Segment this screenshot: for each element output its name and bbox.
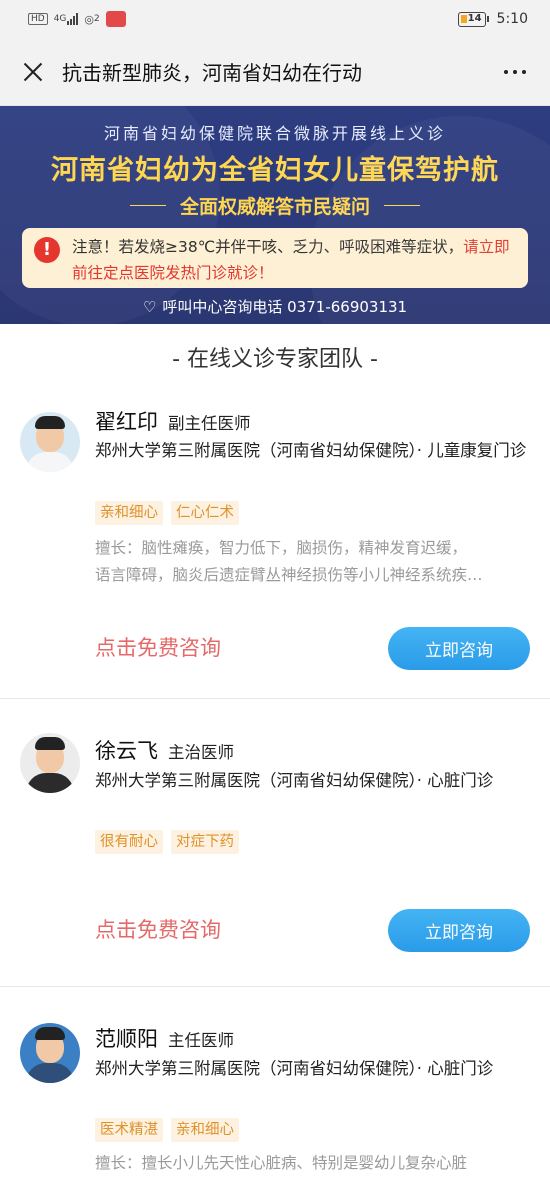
doctor-hospital: 郑州大学第三附属医院（河南省妇幼保健院）· 心脏门诊 bbox=[95, 1059, 494, 1078]
doctor-title: 主治医师 bbox=[168, 743, 234, 762]
banner-subheadline-text: 全面权威解答市民疑问 bbox=[179, 196, 370, 218]
avatar bbox=[20, 412, 80, 472]
doctor-card[interactable]: 翟红印 副主任医师 郑州大学第三附属医院（河南省妇幼保健院）· 儿童康复门诊 亲… bbox=[0, 390, 550, 699]
banner-subheadline: 全面权威解答市民疑问 bbox=[0, 192, 550, 219]
tag: 对症下药 bbox=[171, 830, 239, 854]
tag: 医术精湛 bbox=[95, 1118, 163, 1142]
consult-now-button[interactable]: 立即咨询 bbox=[388, 909, 530, 952]
doctor-specialty: 擅长：脑性瘫痪，智力低下，脑损伤，精神发育迟缓， 语言障碍，脑炎后遗症臂丛神经损… bbox=[95, 535, 530, 589]
battery-icon: 14 bbox=[457, 11, 489, 27]
doctor-header: 翟红印 副主任医师 bbox=[95, 406, 251, 436]
hotline: ♡ 呼叫中心咨询电话 0371-66903131 bbox=[0, 296, 550, 317]
status-bar: HD 4G ◎ 2 14 5:10 bbox=[0, 0, 550, 38]
doctor-name: 范顺阳 bbox=[95, 1027, 158, 1051]
tag: 仁心仁术 bbox=[171, 501, 239, 525]
campaign-banner: 河南省妇幼保健院联合微脉开展线上义诊 河南省妇幼为全省妇女儿童保驾护航 全面权威… bbox=[0, 106, 550, 324]
banner-headline: 河南省妇幼为全省妇女儿童保驾护航 bbox=[51, 155, 499, 186]
close-icon[interactable] bbox=[20, 59, 46, 85]
avatar bbox=[20, 1023, 80, 1083]
more-options-icon[interactable] bbox=[500, 69, 530, 74]
consult-now-button[interactable]: 立即咨询 bbox=[388, 627, 530, 670]
tag: 亲和细心 bbox=[171, 1118, 239, 1142]
doctor-header: 徐云飞 主治医师 bbox=[95, 735, 234, 765]
banner-organizer-line: 河南省妇幼保健院联合微脉开展线上义诊 bbox=[103, 124, 446, 143]
hotspot-icon: ◎ 2 bbox=[84, 12, 100, 26]
network-type: 4G bbox=[53, 14, 67, 24]
tag: 亲和细心 bbox=[95, 501, 163, 525]
title-bar: 抗击新型肺炎，河南省妇幼在行动 bbox=[0, 38, 550, 106]
free-consult-link[interactable]: 点击免费咨询 bbox=[95, 914, 221, 944]
doctor-card[interactable]: 徐云飞 主治医师 郑州大学第三附属医院（河南省妇幼保健院）· 心脏门诊 很有耐心… bbox=[0, 699, 550, 987]
hd-icon: HD bbox=[28, 13, 48, 25]
status-time: 5:10 bbox=[496, 11, 528, 27]
page-title: 抗击新型肺炎，河南省妇幼在行动 bbox=[62, 61, 362, 85]
warning-icon: ! bbox=[34, 237, 60, 263]
free-consult-link[interactable]: 点击免费咨询 bbox=[95, 632, 221, 662]
tag: 很有耐心 bbox=[95, 830, 163, 854]
doctor-title: 副主任医师 bbox=[168, 414, 251, 433]
doctor-header: 范顺阳 主任医师 bbox=[95, 1023, 234, 1053]
specialty-line: 擅长：擅长小儿先天性心脏病、特别是婴幼儿复杂心脏 bbox=[95, 1154, 468, 1172]
specialty-line: 擅长：脑性瘫痪，智力低下，脑损伤，精神发育迟缓， bbox=[95, 539, 468, 557]
notice-text: 注意！若发烧≥38℃并伴干咳、乏力、呼吸困难等症状， bbox=[72, 238, 464, 256]
hotline-text: 呼叫中心咨询电话 0371-66903131 bbox=[162, 298, 408, 316]
doctor-hospital: 郑州大学第三附属医院（河南省妇幼保健院）· 儿童康复门诊 bbox=[95, 441, 527, 460]
heart-phone-icon: ♡ bbox=[142, 297, 157, 316]
doctor-card[interactable]: 范顺阳 主任医师 郑州大学第三附属医院（河南省妇幼保健院）· 心脏门诊 医术精湛… bbox=[0, 987, 550, 1187]
avatar bbox=[20, 733, 80, 793]
doctor-title: 主任医师 bbox=[168, 1031, 234, 1050]
notification-badge-icon bbox=[105, 11, 126, 27]
doctor-hospital: 郑州大学第三附属医院（河南省妇幼保健院）· 心脏门诊 bbox=[95, 771, 494, 790]
doctor-tags: 亲和细心 仁心仁术 bbox=[95, 501, 239, 525]
section-title: - 在线义诊专家团队 - bbox=[172, 347, 378, 372]
battery-level: 14 bbox=[457, 11, 486, 27]
doctor-tags: 很有耐心 对症下药 bbox=[95, 830, 239, 854]
4g-signal-icon: 4G bbox=[54, 13, 79, 25]
status-bar-right: 14 5:10 bbox=[457, 11, 528, 27]
doctor-name: 翟红印 bbox=[95, 410, 158, 434]
doctor-name: 徐云飞 bbox=[95, 739, 158, 763]
doctor-tags: 医术精湛 亲和细心 bbox=[95, 1118, 239, 1142]
hotspot-count: 2 bbox=[94, 14, 100, 24]
doctor-specialty: 擅长：擅长小儿先天性心脏病、特别是婴幼儿复杂心脏 bbox=[95, 1150, 530, 1177]
status-bar-left: HD 4G ◎ 2 bbox=[28, 11, 126, 27]
warning-notice: ! 注意！若发烧≥38℃并伴干咳、乏力、呼吸困难等症状，请立即前往定点医院发热门… bbox=[22, 228, 528, 288]
specialty-line: 语言障碍，脑炎后遗症臂丛神经损伤等小儿神经系统疾… bbox=[95, 566, 483, 584]
